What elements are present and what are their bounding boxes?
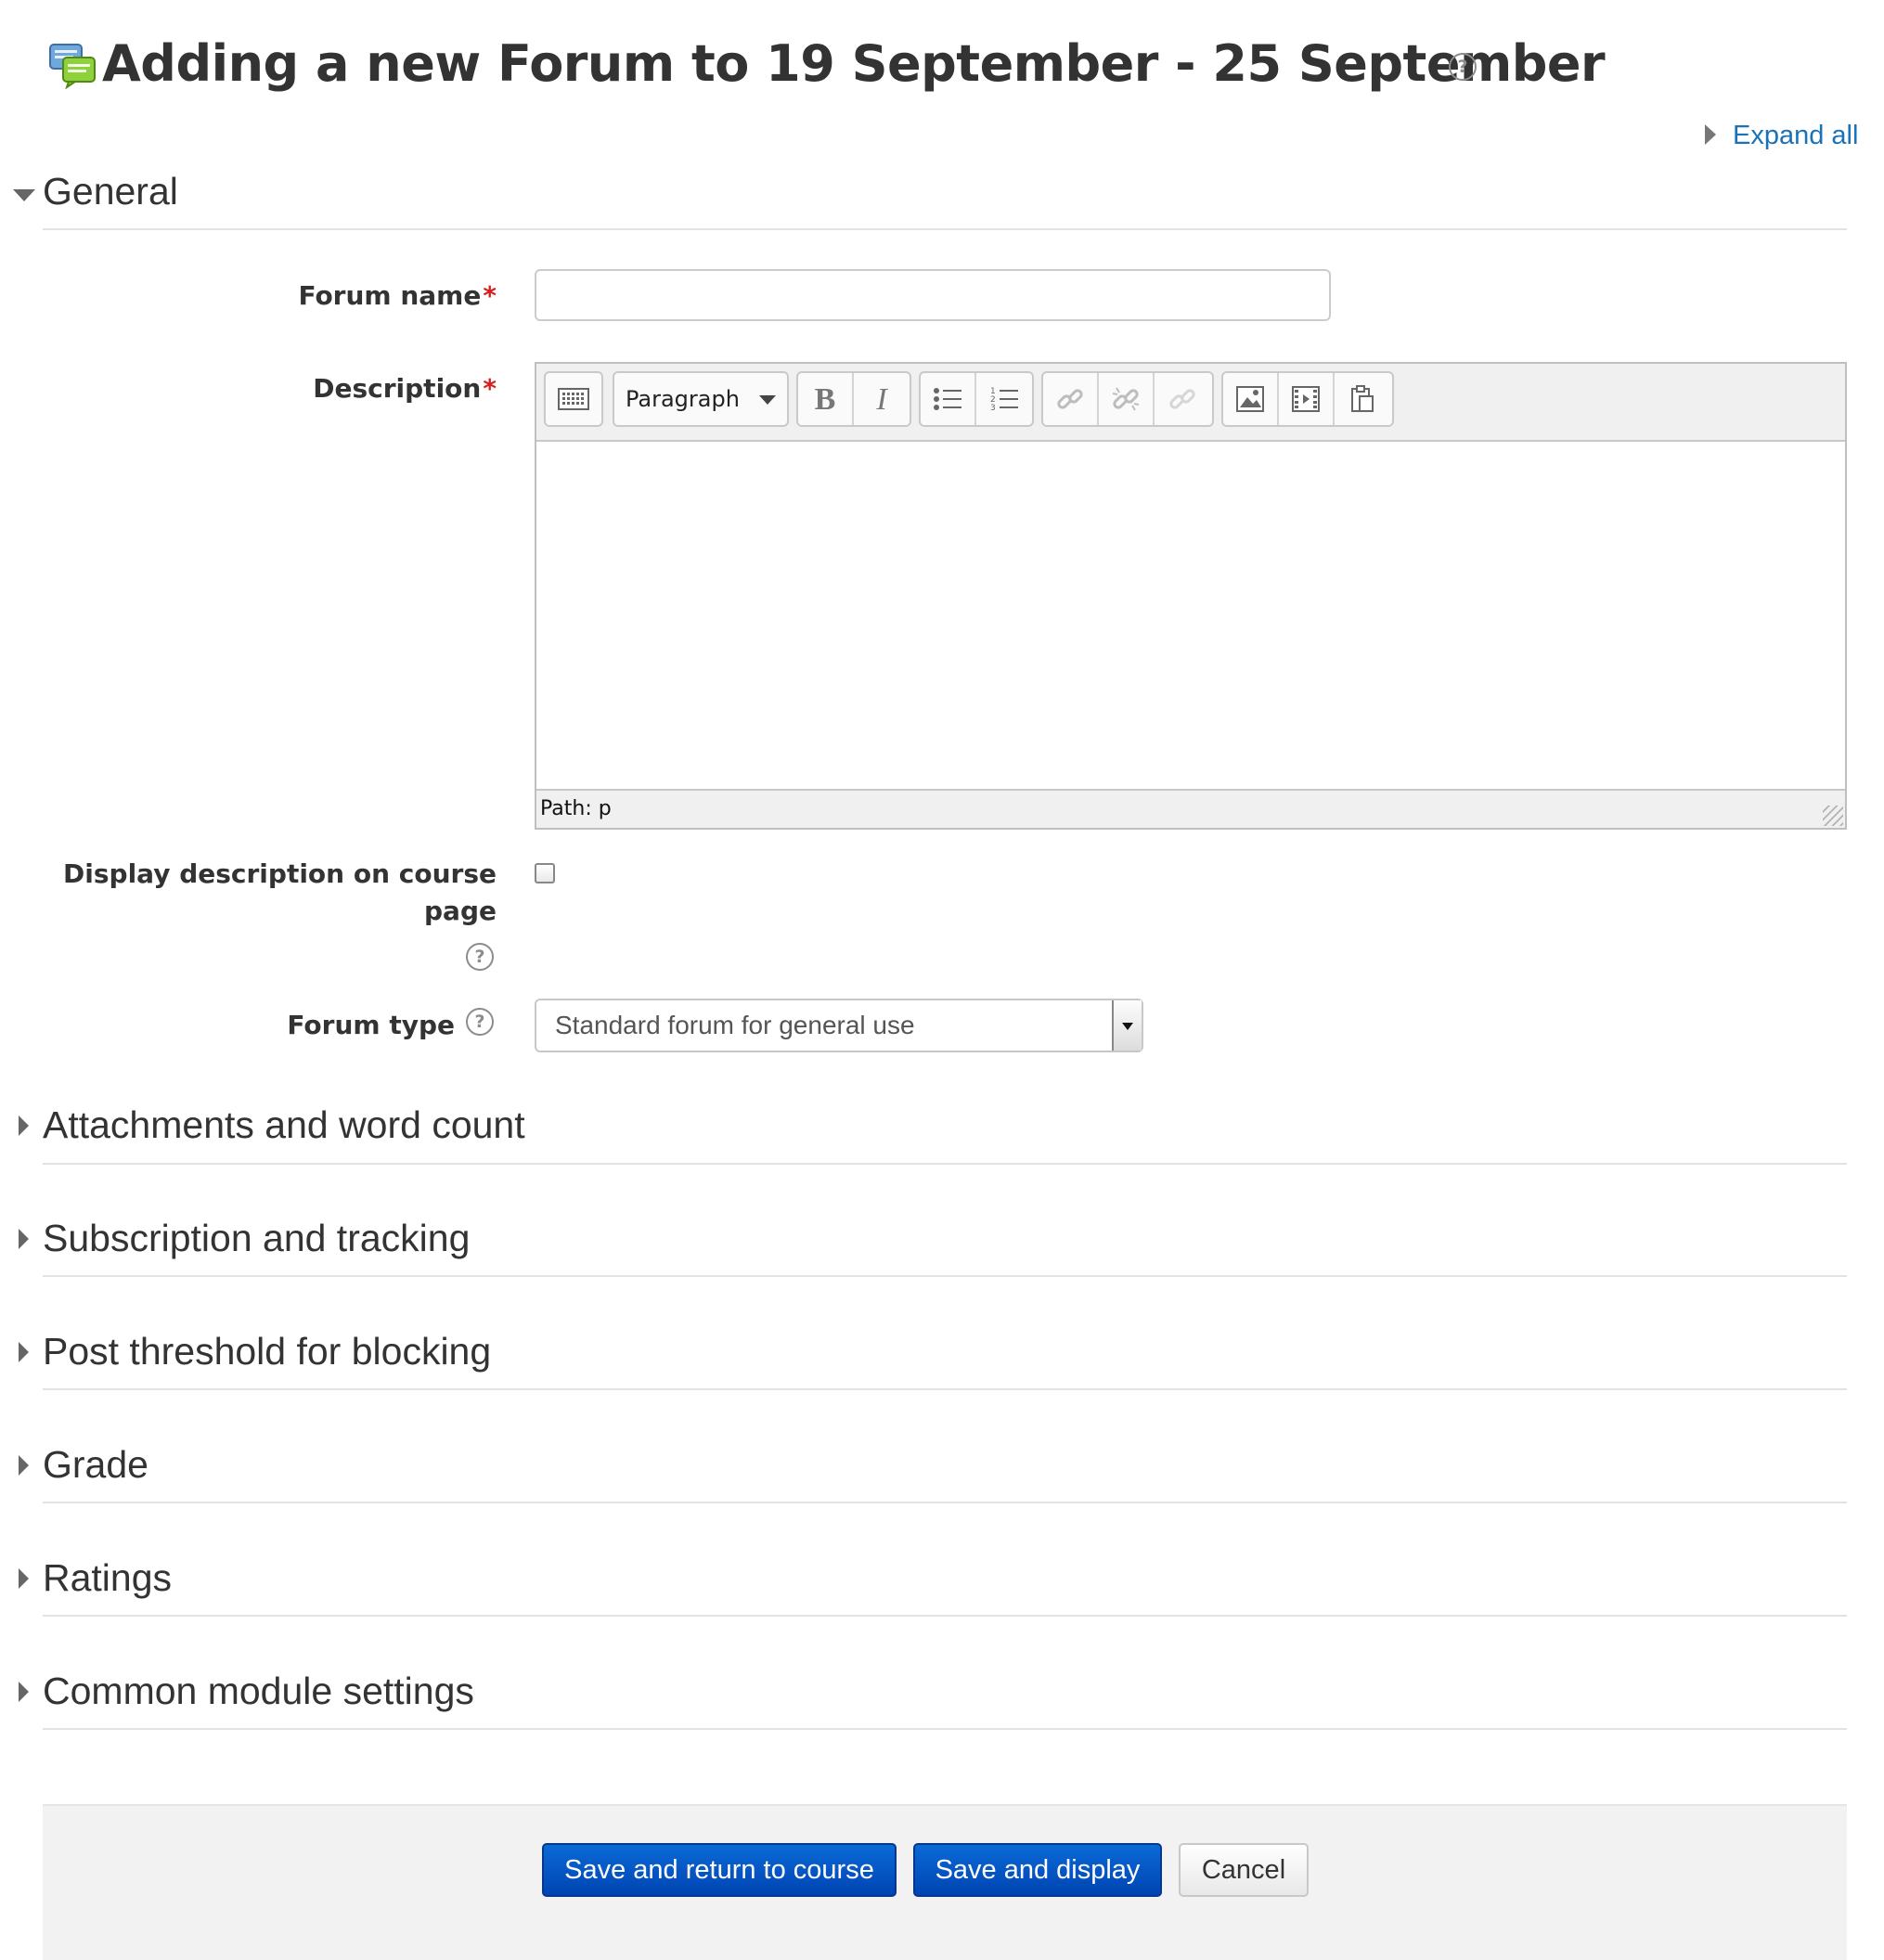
page-title: Adding a new Forum to 19 September - 25 … <box>102 34 1606 93</box>
forum-icon <box>48 41 97 90</box>
section-divider <box>43 1728 1847 1730</box>
display-description-label-line2: page <box>424 896 497 926</box>
toolbar-group-links <box>1041 371 1214 427</box>
toolbar-group-media <box>1221 371 1394 427</box>
paragraph-format-select[interactable]: Paragraph <box>613 371 789 427</box>
bullet-list-button[interactable] <box>921 373 976 425</box>
expand-all-link[interactable]: Expand all <box>1705 121 1858 151</box>
expand-arrow-icon <box>19 1229 29 1249</box>
forum-type-select[interactable]: Standard forum for general use <box>535 999 1143 1052</box>
editor-content-area[interactable] <box>536 442 1845 789</box>
expand-arrow-icon <box>19 1342 29 1362</box>
display-description-label-line1: Display description on course <box>63 858 497 889</box>
forum-name-label: Forum name* <box>298 280 497 311</box>
toolbar-group-toggle <box>544 371 603 427</box>
insert-image-button[interactable] <box>1223 373 1279 425</box>
anchor-button[interactable] <box>1155 373 1210 425</box>
section-ratings-title: Ratings <box>43 1556 173 1599</box>
collapse-arrow-icon <box>13 189 35 201</box>
editor-toolbar: Paragraph B I 123 <box>536 364 1845 442</box>
expand-arrow-icon <box>19 1568 29 1589</box>
unlink-icon <box>1112 387 1140 411</box>
section-divider <box>43 1163 1847 1165</box>
bullet-list-icon <box>934 388 961 410</box>
toolbar-group-text: B I <box>796 371 911 427</box>
chevron-down-icon <box>1122 1023 1133 1030</box>
link-icon <box>1057 389 1083 409</box>
resize-grip-icon[interactable] <box>1823 806 1843 826</box>
expand-arrow-icon <box>19 1455 29 1476</box>
save-and-return-button[interactable]: Save and return to course <box>542 1843 897 1897</box>
media-icon <box>1292 386 1320 412</box>
description-editor[interactable]: Paragraph B I 123 Path: p <box>535 362 1847 830</box>
expand-arrow-icon <box>19 1682 29 1702</box>
cancel-button[interactable]: Cancel <box>1179 1843 1309 1897</box>
bold-button[interactable]: B <box>798 373 854 425</box>
expand-arrow-icon <box>19 1115 29 1136</box>
numbered-list-icon: 123 <box>990 387 1018 413</box>
manage-files-button[interactable] <box>1335 373 1390 425</box>
section-divider <box>43 228 1847 230</box>
save-and-display-button[interactable]: Save and display <box>913 1843 1162 1897</box>
help-icon[interactable]: ? <box>466 1008 494 1036</box>
svg-text:I: I <box>875 383 888 415</box>
expand-arrow-icon <box>1705 124 1716 145</box>
forum-name-input[interactable] <box>535 269 1331 321</box>
description-label: Description* <box>313 373 497 404</box>
svg-text:B: B <box>815 383 836 415</box>
editor-path-text: Path: p <box>540 797 612 820</box>
display-description-checkbox[interactable] <box>535 863 555 883</box>
link-button[interactable] <box>1043 373 1099 425</box>
editor-path-bar: Path: p <box>536 789 1845 828</box>
chevron-down-icon <box>759 395 776 405</box>
svg-text:3: 3 <box>990 404 996 413</box>
expand-all-label: Expand all <box>1733 121 1859 150</box>
italic-icon: I <box>875 383 888 415</box>
section-common-module-title: Common module settings <box>43 1670 474 1712</box>
unlink-button[interactable] <box>1099 373 1155 425</box>
help-icon[interactable]: ? <box>466 943 494 971</box>
numbered-list-button[interactable]: 123 <box>976 373 1032 425</box>
bold-icon: B <box>815 383 836 415</box>
paragraph-format-value: Paragraph <box>626 386 740 412</box>
forum-type-label: Forum type <box>287 1010 455 1040</box>
section-post-threshold-title: Post threshold for blocking <box>43 1330 492 1373</box>
italic-button[interactable]: I <box>854 373 910 425</box>
forum-type-value: Standard forum for general use <box>555 1011 915 1039</box>
forum-name-label-text: Forum name <box>298 280 482 311</box>
section-divider <box>43 1502 1847 1503</box>
section-general-title: General <box>43 170 178 213</box>
image-icon <box>1236 386 1264 412</box>
toolbar-group-lists: 123 <box>919 371 1034 427</box>
section-attachments-title: Attachments and word count <box>43 1103 525 1146</box>
display-description-label: Display description on course page <box>63 856 497 930</box>
description-label-text: Description <box>313 373 482 404</box>
help-icon[interactable]: ? <box>1449 53 1477 81</box>
required-marker: * <box>483 373 497 404</box>
section-divider <box>43 1388 1847 1390</box>
anchor-link-icon <box>1169 389 1195 409</box>
paste-icon <box>1351 385 1374 412</box>
keyboard-icon <box>558 388 589 410</box>
section-grade-title: Grade <box>43 1443 148 1486</box>
dropdown-button[interactable] <box>1112 1000 1142 1051</box>
section-divider <box>43 1615 1847 1617</box>
toolbar-toggle-button[interactable] <box>546 373 601 425</box>
insert-media-button[interactable] <box>1279 373 1335 425</box>
required-marker: * <box>483 280 497 311</box>
section-subscription-title: Subscription and tracking <box>43 1217 471 1259</box>
section-divider <box>43 1275 1847 1277</box>
